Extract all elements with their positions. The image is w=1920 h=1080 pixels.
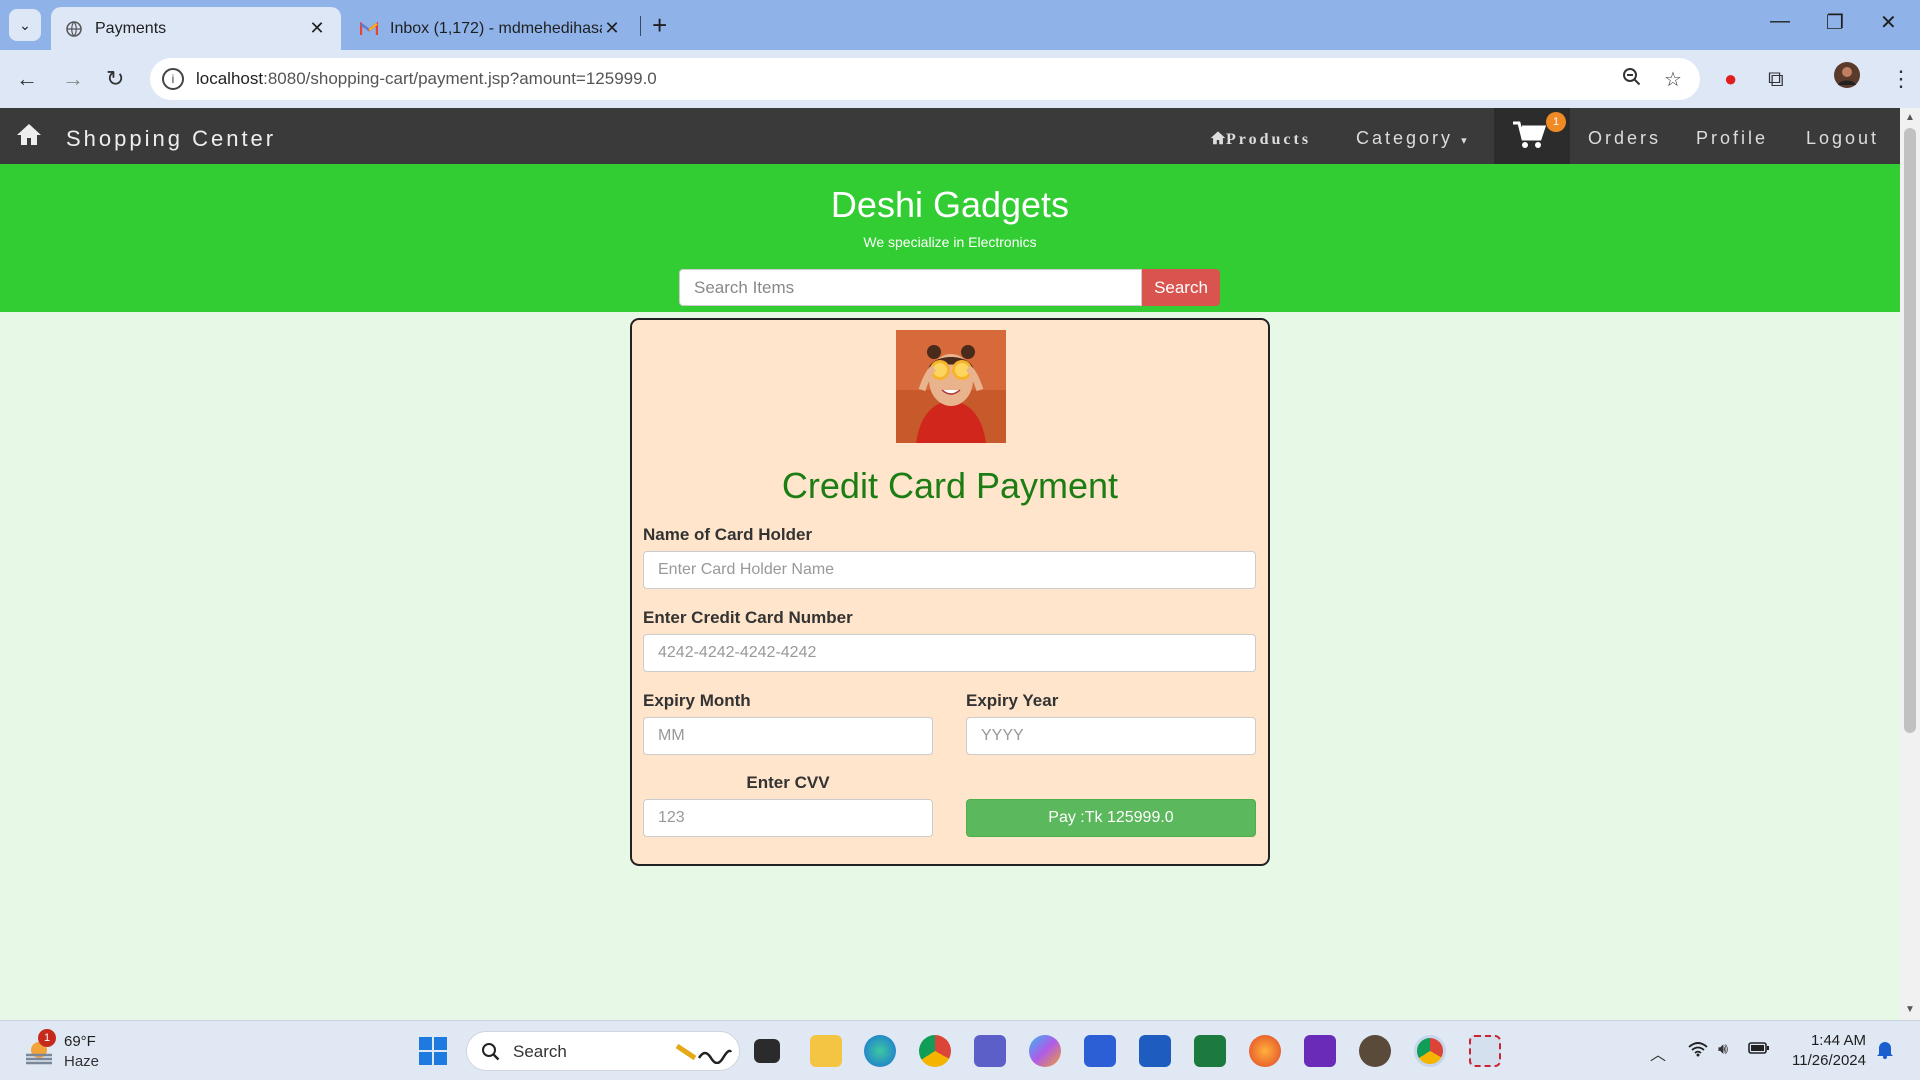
forward-arrow-icon[interactable]: → [62, 66, 84, 92]
tab-title: Inbox (1,172) - mdmehedihasan [390, 19, 602, 37]
visual-studio-icon[interactable] [1304, 1035, 1336, 1067]
store-tagline: We specialize in Electronics [863, 234, 1037, 250]
taskbar-search[interactable]: Search [466, 1031, 740, 1071]
weather-condition: Haze [64, 1053, 100, 1070]
snipping-tool-icon[interactable] [1469, 1035, 1501, 1067]
address-bar[interactable]: i localhost:8080/shopping-cart/payment.j… [150, 58, 1700, 100]
windows-start-icon[interactable] [418, 1036, 448, 1066]
teams-icon[interactable] [974, 1035, 1006, 1067]
store-icon[interactable] [1084, 1035, 1116, 1067]
tab-title: Payments [95, 19, 167, 37]
tab-divider [640, 16, 641, 36]
card-number-input[interactable] [643, 634, 1256, 672]
card-holder-input[interactable] [643, 551, 1256, 589]
expiry-year-label: Expiry Year [966, 691, 1059, 710]
site-brand[interactable]: Shopping Center [66, 126, 276, 152]
card-number-label: Enter Credit Card Number [643, 608, 853, 627]
tray-chevron-icon[interactable]: ︿ [1650, 1041, 1666, 1065]
excel-icon[interactable] [1194, 1035, 1226, 1067]
payment-avatar-image [896, 330, 1006, 443]
zoom-icon[interactable] [1622, 67, 1642, 93]
search-button[interactable]: Search [1142, 269, 1220, 306]
clock-date: 11/26/2024 [1792, 1052, 1866, 1069]
payment-card: Credit Card Payment Name of Card Holder … [630, 318, 1270, 866]
close-window-icon[interactable]: ✕ [1880, 10, 1897, 35]
site-navbar: Shopping Center Products Category ▾ 1 Or… [0, 108, 1900, 164]
store-hero: Deshi Gadgets We specialize in Electroni… [0, 164, 1900, 312]
nav-logout[interactable]: Logout [1806, 128, 1879, 149]
payment-heading: Credit Card Payment [781, 465, 1119, 506]
volume-icon[interactable]: 🔊︎ [1718, 1041, 1728, 1059]
weather-badge: 1 [38, 1029, 56, 1047]
cart-count-badge: 1 [1546, 112, 1566, 132]
page-scrollbar[interactable]: ▲ ▼ [1900, 108, 1920, 1020]
browser-tab-bar: ⌄ Payments ✕ Inbox (1,172) - mdmehedihas… [0, 0, 1920, 50]
minimize-icon[interactable]: — [1770, 10, 1790, 33]
clock-time: 1:44 AM [1810, 1032, 1866, 1049]
menu-kebab-icon[interactable]: ⋮ [1890, 66, 1912, 92]
chrome-active-icon[interactable] [1414, 1035, 1446, 1067]
expiry-month-label: Expiry Month [643, 691, 751, 710]
search-input[interactable] [679, 269, 1142, 306]
cvv-input[interactable] [643, 799, 933, 837]
scroll-up-icon[interactable]: ▲ [1905, 112, 1915, 123]
nav-profile[interactable]: Profile [1696, 128, 1768, 149]
firefox-icon[interactable] [1249, 1035, 1281, 1067]
nav-category[interactable]: Category ▾ [1356, 128, 1470, 149]
battery-icon[interactable] [1748, 1041, 1770, 1060]
caret-down-icon: ▾ [1461, 135, 1470, 147]
app-icon[interactable] [1359, 1035, 1391, 1067]
home-small-icon [1210, 131, 1226, 145]
task-view-icon[interactable] [754, 1039, 780, 1063]
tab-payments[interactable]: Payments ✕ [51, 7, 341, 50]
wifi-icon[interactable] [1688, 1041, 1708, 1062]
nav-products[interactable]: Products [1210, 130, 1311, 149]
notification-bell-icon[interactable] [1876, 1039, 1894, 1064]
file-explorer-icon[interactable] [810, 1035, 842, 1067]
taskbar-search-label: Search [513, 1042, 567, 1061]
system-clock[interactable]: 1:44 AM 11/26/2024 [1786, 1031, 1866, 1071]
card-holder-label: Name of Card Holder [643, 525, 813, 544]
weather-widget[interactable]: 1 69°F Haze [20, 1029, 130, 1073]
search-highlight-icon [675, 1043, 733, 1064]
tab-inbox[interactable]: Inbox (1,172) - mdmehedihasan ✕ [346, 7, 636, 50]
extension-icon[interactable]: ● [1724, 66, 1737, 92]
home-icon[interactable] [16, 122, 42, 146]
store-title: Deshi Gadgets [830, 184, 1070, 225]
weather-temp: 69°F [64, 1033, 96, 1050]
edge-icon[interactable] [864, 1035, 896, 1067]
scrollbar-thumb[interactable] [1904, 128, 1916, 733]
chrome-icon[interactable] [919, 1035, 951, 1067]
pay-button[interactable]: Pay :Tk 125999.0 [966, 799, 1256, 837]
gmail-icon [360, 20, 378, 38]
scroll-down-icon[interactable]: ▼ [1905, 1004, 1915, 1015]
bookmark-star-icon[interactable]: ☆ [1664, 67, 1682, 92]
globe-icon [65, 20, 83, 38]
back-arrow-icon[interactable]: ← [16, 66, 38, 92]
new-tab-button[interactable]: + [652, 10, 667, 41]
close-tab-icon[interactable]: ✕ [307, 18, 327, 39]
word-icon[interactable] [1139, 1035, 1171, 1067]
expiry-month-input[interactable] [643, 717, 933, 755]
cvv-label: Enter CVV [746, 773, 830, 792]
cart-icon [1513, 121, 1546, 148]
restore-icon[interactable]: ❐ [1826, 10, 1844, 35]
extensions-puzzle-icon[interactable]: ⧉ [1768, 66, 1784, 92]
reload-icon[interactable]: ↻ [106, 66, 124, 92]
url-text[interactable]: localhost:8080/shopping-cart/payment.jsp… [196, 69, 657, 89]
os-taskbar: 1 69°F Haze Search ︿ 🔊︎ 1:44 AM 11/26/20… [0, 1020, 1920, 1080]
search-icon [482, 1043, 500, 1061]
page-viewport: Shopping Center Products Category ▾ 1 Or… [0, 108, 1900, 1020]
tab-search-button[interactable]: ⌄ [9, 9, 41, 41]
expiry-year-input[interactable] [966, 717, 1256, 755]
profile-avatar[interactable] [1834, 62, 1860, 94]
copilot-icon[interactable] [1029, 1035, 1061, 1067]
browser-toolbar: ← → ↻ i localhost:8080/shopping-cart/pay… [0, 50, 1920, 108]
site-info-icon[interactable]: i [162, 68, 184, 90]
nav-orders[interactable]: Orders [1588, 128, 1661, 149]
close-tab-icon[interactable]: ✕ [602, 18, 622, 39]
